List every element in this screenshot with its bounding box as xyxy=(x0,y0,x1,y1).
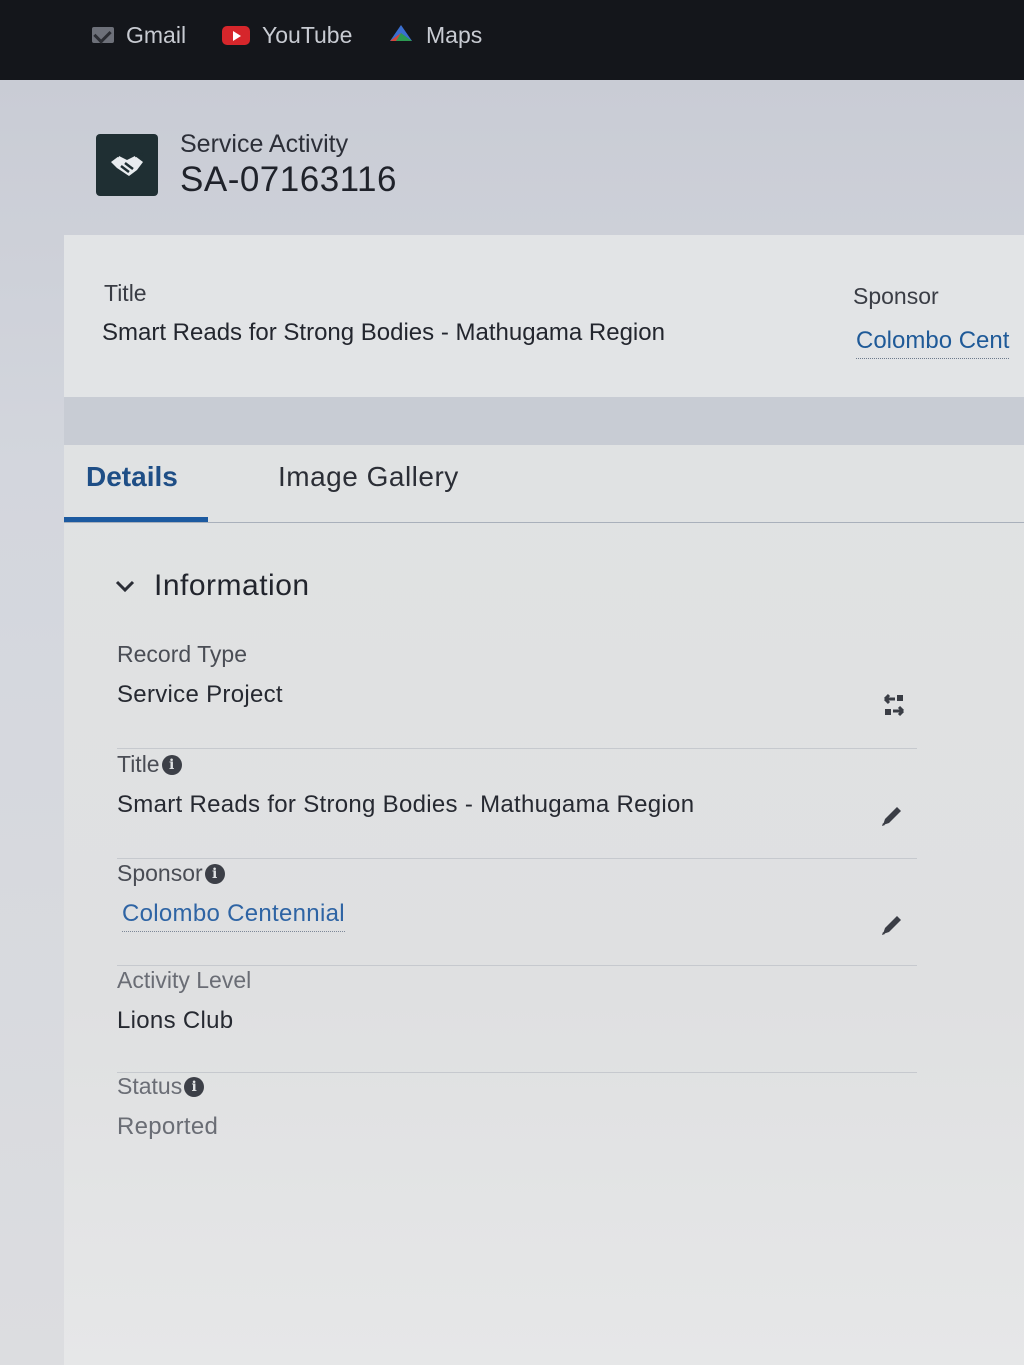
field-divider xyxy=(117,748,917,749)
field-label: Sponsor xyxy=(117,860,203,886)
chevron-down-icon xyxy=(115,580,135,593)
tab-details[interactable]: Details xyxy=(86,461,178,493)
section-divider xyxy=(64,397,1024,445)
field-divider xyxy=(117,965,917,966)
bookmark-youtube[interactable]: YouTube xyxy=(222,20,352,50)
edit-pencil-icon[interactable] xyxy=(877,910,907,940)
field-label-row: Title i xyxy=(117,751,182,778)
tab-bar-divider xyxy=(64,522,1024,523)
youtube-icon xyxy=(222,25,250,45)
bookmark-label: Gmail xyxy=(126,21,187,48)
record-page: Service Activity SA-07163116 Title Smart… xyxy=(0,80,1024,1365)
field-label-row: Status i xyxy=(117,1073,205,1100)
section-title: Information xyxy=(154,569,310,602)
info-icon[interactable]: i xyxy=(184,1076,205,1097)
tab-image-gallery[interactable]: Image Gallery xyxy=(278,461,459,493)
field-value: Smart Reads for Strong Bodies - Mathugam… xyxy=(117,791,695,818)
field-label: Status xyxy=(117,1073,183,1099)
field-divider xyxy=(117,858,917,859)
field-value: Service Project xyxy=(117,681,283,708)
highlights-panel: Title Smart Reads for Strong Bodies - Ma… xyxy=(64,235,1024,397)
bookmark-gmail[interactable]: Gmail xyxy=(92,20,186,50)
field-value: Lions Club xyxy=(117,1007,234,1034)
highlight-title-label: Title xyxy=(104,280,147,306)
field-label: Activity Level xyxy=(117,967,252,993)
maps-icon xyxy=(388,21,414,49)
record-name: SA-07163116 xyxy=(180,160,397,199)
change-record-type-icon[interactable] xyxy=(879,691,909,721)
field-divider xyxy=(117,1072,917,1073)
gmail-icon xyxy=(92,27,114,43)
record-object-label: Service Activity xyxy=(180,130,349,158)
bookmarks-bar: Gmail YouTube Maps xyxy=(0,0,1024,80)
highlight-sponsor-link[interactable]: Colombo Cent xyxy=(856,327,1010,359)
bookmark-maps[interactable]: Maps xyxy=(388,20,482,50)
highlight-sponsor-label: Sponsor xyxy=(853,283,939,309)
handshake-icon xyxy=(96,134,158,196)
info-icon[interactable]: i xyxy=(161,754,182,775)
information-section-toggle[interactable]: Information xyxy=(114,569,310,603)
sponsor-link[interactable]: Colombo Centennial xyxy=(122,900,345,932)
highlight-title-value: Smart Reads for Strong Bodies - Mathugam… xyxy=(102,319,665,346)
bookmark-label: YouTube xyxy=(262,21,353,48)
field-label-row: Sponsor i xyxy=(117,860,225,887)
bookmark-label: Maps xyxy=(426,21,483,48)
field-label: Title xyxy=(117,751,160,777)
edit-pencil-icon[interactable] xyxy=(877,801,907,831)
details-card: Details Image Gallery Information Record… xyxy=(64,445,1024,1365)
field-value: Reported xyxy=(117,1113,219,1140)
info-icon[interactable]: i xyxy=(204,863,225,884)
field-label: Record Type xyxy=(117,641,247,667)
